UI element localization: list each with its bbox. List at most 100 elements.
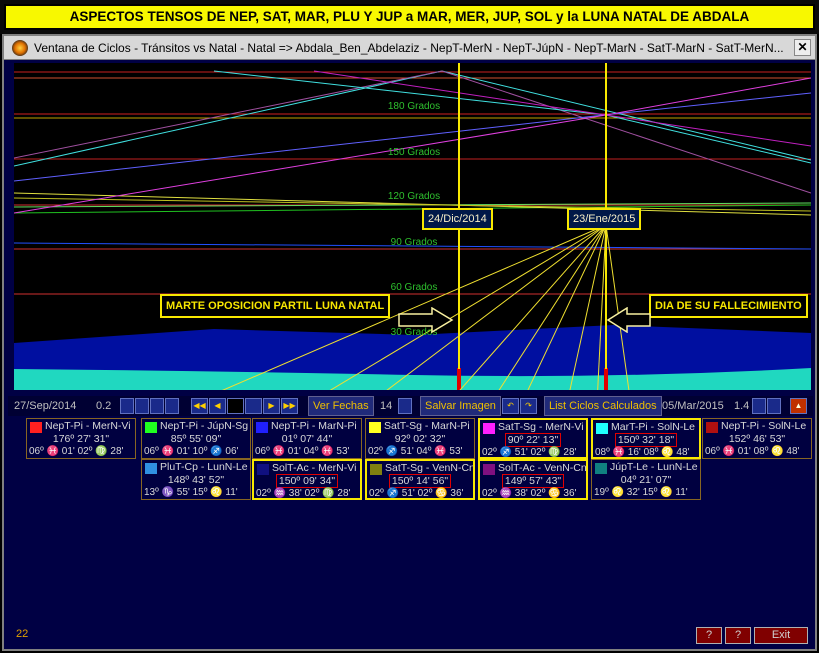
aspect-positions: 02º ♐ 51' 02º ♍ 28' [482,447,577,458]
aspect-angle: 148º 43' 52" [167,474,225,486]
aspect-angle: 150º 14' 56" [388,474,452,488]
aspect-positions: 19º ♌ 32' 15º ♌ 11' [594,487,688,498]
spin-button[interactable] [135,398,149,414]
aspect-angle: 04º 21' 07" [620,474,672,486]
callout-marte: MARTE OPOSICION PARTIL LUNA NATAL [160,294,391,318]
aspect-swatch [369,422,381,433]
start-date[interactable]: 27/Sep/2014 [14,396,76,416]
aspect-positions: 02º ♒ 38' 02º ♋ 36' [482,488,577,499]
cycle-chart: 180 Grados 150 Grados 120 Grados 90 Grad… [14,63,811,390]
aspect-swatch [483,464,495,475]
aspect-swatch [370,464,382,475]
aspect-name: SatT-Sg - MarN-Pi [384,420,470,432]
window-title: Ventana de Ciclos - Tránsitos vs Natal -… [34,41,784,55]
arrow-left-icon [607,307,651,333]
aspect-cell: NepT-Pi - JúpN-Sg 85º 55' 09" 06º ♓ 01' 10… [141,418,251,459]
banner: ASPECTOS TENSOS DE NEP, SAT, MAR, PLU Y … [0,0,819,34]
status-bar: 22 ? ? Exit [4,624,815,649]
aspect-name: NepT-Pi - SolN-Le [721,420,807,432]
slider-thumb[interactable] [245,398,262,414]
spin-button[interactable] [398,398,412,414]
aspect-name: NepT-Pi - MarN-Pi [271,420,357,432]
date-marker-right: 23/Ene/2015 [567,208,642,230]
degree-label-180: 180 Grados [387,101,441,112]
spin-button[interactable] [150,398,164,414]
aspect-cell: MarT-Pi - SolN-Le 150º 32' 18" 08º ♓ 16' 0… [591,418,701,459]
spin-button[interactable] [752,398,766,414]
close-icon: ✕ [797,40,808,54]
next-icon[interactable]: ▶ [263,398,280,414]
aspect-positions: 02º ♐ 51' 02º ♋ 36' [369,488,464,499]
aspect-angle: 152º 46' 53" [728,433,786,445]
banner-title: ASPECTOS TENSOS DE NEP, SAT, MAR, PLU Y … [4,4,815,30]
ver-fechas-button[interactable]: Ver Fechas [308,396,374,416]
status-count: 22 [16,628,29,640]
first-icon[interactable]: ◀◀ [191,398,208,414]
prev-icon[interactable]: ◀ [209,398,226,414]
degree-label-90: 90 Grados [390,237,438,248]
control-bar: 27/Sep/2014 0.2 ◀◀ ◀ ▶ ▶▶ Ver Fechas 14 … [8,396,813,416]
spin-button[interactable] [767,398,781,414]
aspect-positions: 06º ♓ 01' 10º ♐ 06' [144,446,239,457]
spin-button[interactable] [165,398,179,414]
list-ciclos-button[interactable]: List Ciclos Calculados [544,396,662,416]
aspect-swatch [596,423,608,434]
aspect-swatch [257,464,269,475]
close-button[interactable]: ✕ [794,39,811,56]
undo-icon[interactable]: ↶ [502,398,519,414]
series-line [14,70,811,194]
app-icon [12,40,28,56]
aspect-positions: 02º ♐ 51' 04º ♓ 53' [368,446,463,457]
aspect-cell: SolT-Ac - MerN-Vi 150º 09' 34" 02º ♒ 38' 0… [252,459,362,500]
aspect-swatch [30,422,42,433]
aspect-cell: NepT-Pi - MarN-Pi 01º 07' 44" 06º ♓ 01' 04… [252,418,362,459]
aspect-positions: 13º ♑ 55' 15º ♌ 11' [144,487,238,498]
marker-red-2 [604,368,608,390]
aspect-angle: 90º 22' 13" [504,433,562,447]
aspect-name: NepT-Pi - MerN-Vi [45,420,131,432]
aspect-angle: 176º 27' 31" [52,433,110,445]
marker-red-1 [457,368,461,390]
aspect-angle: 150º 09' 34" [275,474,339,488]
exit-button[interactable]: Exit [754,627,808,644]
up-icon[interactable]: ▲ [790,398,807,414]
aspect-cell: SatT-Sg - MarN-Pi 92º 02' 32" 02º ♐ 51' 04… [365,418,475,459]
degree-label-150: 150 Grados [387,147,441,158]
aspect-swatch [483,423,495,434]
redo-icon[interactable]: ↷ [520,398,537,414]
aspect-angle: 149º 57' 43" [501,474,565,488]
degree-label-60: 60 Grados [390,282,438,293]
aspect-cell: NepT-Pi - SolN-Le 152º 46' 53" 06º ♓ 01' 0… [702,418,812,459]
aspect-positions: 06º ♓ 01' 02º ♍ 28' [29,446,124,457]
aspect-swatch [145,422,157,433]
aspect-swatch [145,463,157,474]
help-button-1[interactable]: ? [696,627,722,644]
aspect-angle: 150º 32' 18" [614,433,678,447]
help-button-2[interactable]: ? [725,627,751,644]
aspect-cell: SolT-Ac - VenN-Cn 149º 57' 43" 02º ♒ 38' 0… [478,459,588,500]
ver-count: 14 [380,400,393,412]
callout-fallecimiento: DIA DE SU FALLECIMIENTO [649,294,808,318]
aspect-swatch [595,463,607,474]
salvar-imagen-button[interactable]: Salvar Imagen [420,396,501,416]
spin-button[interactable] [120,398,134,414]
aspect-cell: SatT-Sg - MerN-Vi 90º 22' 13" 02º ♐ 51' 02… [478,418,588,459]
aspect-name: JúpT-Le - LunN-Le [610,461,698,473]
aspect-cell: JúpT-Le - LunN-Le 04º 21' 07" 19º ♌ 32' 15… [591,459,701,500]
aspect-name: NepT-Pi - JúpN-Sg [160,420,249,432]
slider-track[interactable] [227,398,244,414]
arrow-right-icon [398,307,454,333]
aspect-swatch [256,422,268,433]
aspect-swatch [706,422,718,433]
aspect-angle: 92º 02' 32" [394,433,446,445]
aspect-positions: 06º ♓ 01' 08º ♌ 48' [705,446,800,457]
aspect-table: NepT-Pi - MerN-Vi 176º 27' 31" 06º ♓ 01' 0… [4,416,815,536]
end-date[interactable]: 05/Mar/2015 [662,396,724,416]
step-value[interactable]: 0.2 [96,396,111,416]
aspect-cell: NepT-Pi - MerN-Vi 176º 27' 31" 06º ♓ 01' 0… [26,418,136,459]
aspect-cell: SatT-Sg - VenN-Cn 150º 14' 56" 02º ♐ 51' 0… [365,459,475,500]
title-bar[interactable]: Ventana de Ciclos - Tránsitos vs Natal -… [4,36,815,60]
aspect-cell: PluT-Cp - LunN-Le 148º 43' 52" 13º ♑ 55' 1… [141,459,251,500]
zoom-value[interactable]: 1.4 [734,396,749,416]
last-icon[interactable]: ▶▶ [281,398,298,414]
